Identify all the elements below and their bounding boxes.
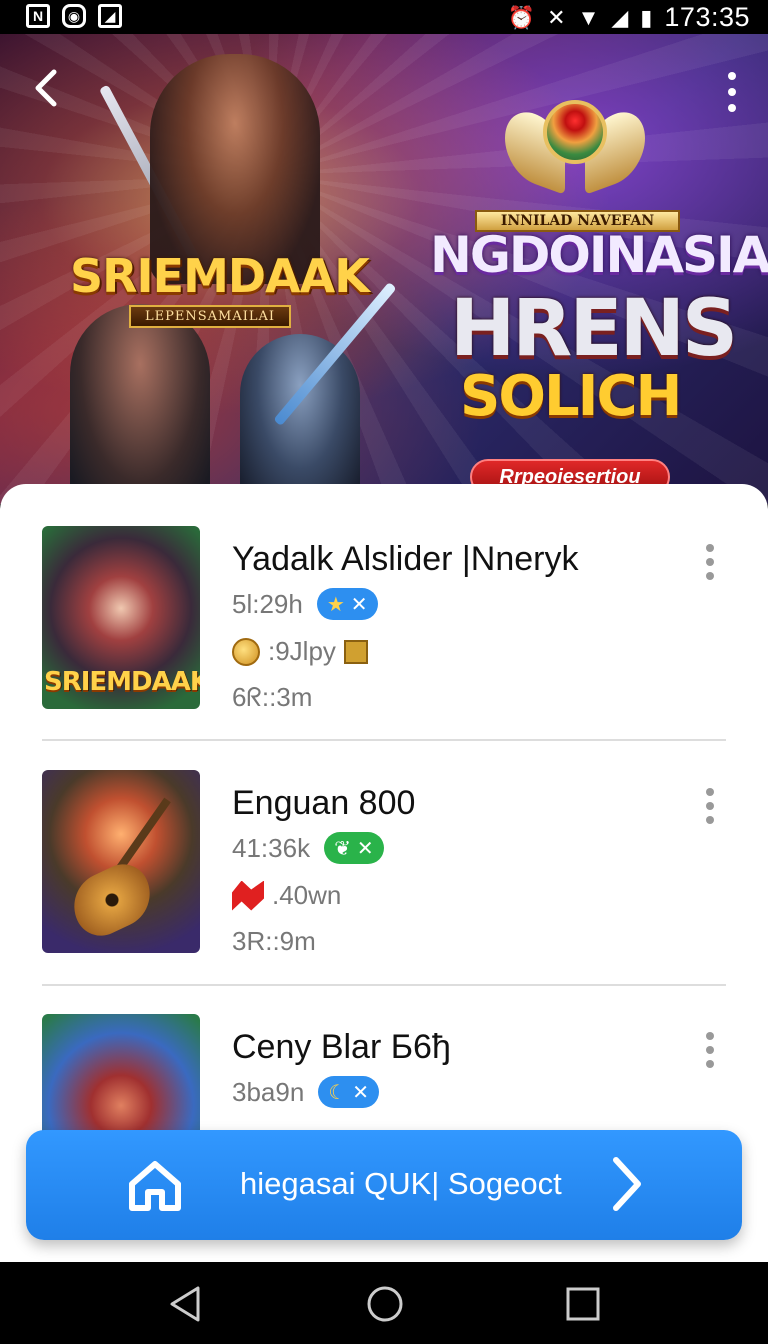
more-dot — [706, 788, 714, 796]
badge-label: ✕ — [352, 1081, 370, 1104]
item-badge[interactable]: ❦ ✕ — [324, 832, 384, 864]
primary-action-button[interactable]: hiegasai QUK| Sogeoct — [26, 1130, 742, 1240]
item-title: Ceny Blar Б6ђ — [232, 1028, 451, 1066]
item-thumbnail: SRIEMDAAK — [42, 526, 200, 709]
primary-action-label: hiegasai QUK| Sogeoct — [240, 1166, 562, 1201]
more-dot — [706, 1060, 714, 1068]
item-duration: 41:36k — [232, 832, 311, 863]
status-bar-left: N ◉ ◢ — [26, 4, 122, 28]
more-dot — [706, 816, 714, 824]
item-reward: .40wn — [232, 880, 341, 911]
notification-app-icon: ◉ — [62, 4, 86, 28]
hero-soldier-artwork — [240, 334, 360, 504]
more-dot — [706, 544, 714, 552]
item-more-button[interactable] — [704, 544, 716, 580]
list-item[interactable]: SRIEMDAAK Yadalk Alslider |Nneryk 5l:29h… — [42, 484, 726, 712]
signal-icon: ◢ — [611, 4, 629, 30]
guitar-artwork — [63, 855, 161, 945]
mute-icon: ✕ — [547, 4, 566, 30]
item-reward-text: :9Jlpy — [268, 636, 336, 666]
status-bar: N ◉ ◢ ⏰ ✕ ▼ ◢ ▮ 173:35 — [0, 0, 768, 34]
badge-label: ✕ — [350, 593, 368, 616]
banner-left-logo: SRIEMDAAK LEPENSAMAILAI — [70, 249, 370, 328]
system-navigation-bar — [0, 1262, 768, 1344]
item-reward: :9Jlpy — [232, 636, 368, 667]
more-dot — [728, 72, 736, 80]
chevron-right-icon — [613, 1157, 641, 1211]
more-dot — [706, 802, 714, 810]
image-icon: ◢ — [98, 4, 122, 28]
more-dot — [706, 572, 714, 580]
item-time: 6ᖇ::3m — [232, 682, 313, 712]
list-item[interactable]: Enguan 800 41:36k ❦ ✕ .40wn 3R::9m — [42, 728, 726, 956]
nav-back-icon[interactable] — [166, 1284, 206, 1324]
nav-home-icon[interactable] — [365, 1284, 405, 1324]
item-title: Enguan 800 — [232, 784, 416, 822]
gift-icon — [343, 639, 368, 664]
item-badge[interactable]: ★ ✕ — [316, 588, 378, 620]
more-dot — [706, 1032, 714, 1040]
moon-icon: ☾ — [328, 1081, 347, 1104]
item-meta: 41:36k ❦ ✕ — [232, 832, 384, 864]
banner-emblem-icon — [505, 94, 645, 214]
item-duration: 5l:29h — [232, 588, 303, 619]
banner-left-logo-title: SRIEMDAAK — [70, 249, 370, 303]
item-title: Yadalk Alslider |Nneryk — [232, 540, 579, 578]
more-dot — [706, 1046, 714, 1054]
emblem-globe — [543, 100, 607, 164]
banner-right-title: NGDOINASIA — [430, 226, 768, 284]
item-more-button[interactable] — [704, 788, 716, 824]
hero-banner[interactable]: SRIEMDAAK LEPENSAMAILAI INNILAD NAVEFAN … — [0, 34, 768, 504]
status-bar-right: ⏰ ✕ ▼ ◢ ▮ 173:35 — [508, 2, 750, 33]
nav-recents-icon[interactable] — [563, 1284, 603, 1324]
item-time: 3R::9m — [232, 926, 316, 956]
status-time: 173:35 — [664, 2, 750, 32]
banner-right-title-2: HRENS — [450, 284, 738, 374]
badge-label: ✕ — [356, 837, 374, 860]
item-meta: 5l:29h ★ ✕ — [232, 588, 378, 620]
more-dot — [728, 104, 736, 112]
banner-left-logo-subtitle: LEPENSAMAILAI — [128, 305, 292, 328]
hero-agent-artwork — [70, 304, 210, 504]
item-duration: 3ba9n — [232, 1076, 305, 1107]
back-button[interactable] — [28, 64, 68, 112]
more-dot — [728, 88, 736, 96]
leaf-icon: ❦ — [334, 837, 351, 860]
item-meta: 3ba9n ☾ ✕ — [232, 1076, 380, 1108]
more-dot — [706, 558, 714, 566]
item-reward-text: .40wn — [272, 880, 342, 910]
thumbnail-logo: SRIEMDAAK — [44, 667, 200, 697]
banner-right-title-3: SOLICH — [460, 364, 682, 429]
chevron-left-icon — [35, 69, 57, 107]
item-badge[interactable]: ☾ ✕ — [318, 1076, 380, 1108]
overflow-menu-button[interactable] — [726, 72, 738, 112]
item-thumbnail — [42, 770, 200, 953]
wifi-icon: ▼ — [577, 4, 600, 30]
coin-icon — [232, 637, 260, 666]
star-icon: ★ — [326, 593, 345, 616]
home-icon — [129, 1161, 181, 1211]
notification-n-icon: N — [26, 4, 50, 28]
battery-icon: ▮ — [640, 4, 653, 30]
red-badge-icon — [232, 880, 264, 911]
alarm-icon: ⏰ — [507, 4, 536, 30]
item-more-button[interactable] — [704, 1032, 716, 1068]
